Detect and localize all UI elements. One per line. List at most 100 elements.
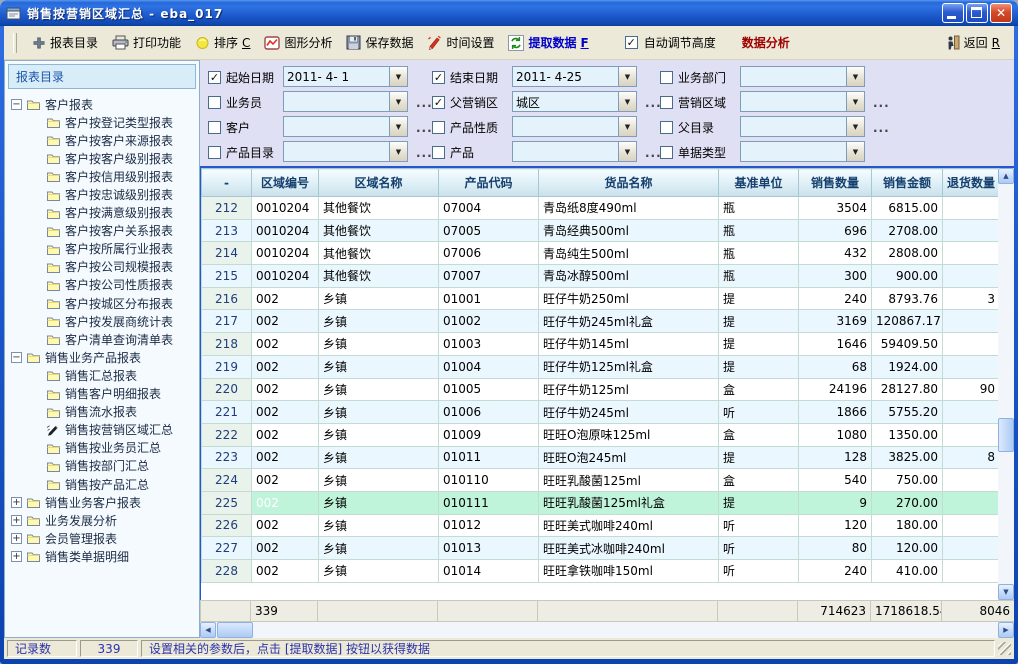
filter-select-r2c1[interactable]: ▼	[283, 91, 408, 112]
filter-checkbox-r1c1[interactable]	[208, 71, 221, 84]
table-cell[interactable]: 1924.00	[872, 355, 943, 378]
table-cell[interactable]: 其他餐饮	[319, 265, 439, 288]
chart-analysis-button[interactable]: 图形分析	[258, 31, 338, 54]
table-cell[interactable]: 2708.00	[872, 219, 943, 242]
tree-item[interactable]: 销售按产品汇总	[5, 475, 199, 493]
table-cell[interactable]: 旺旺乳酸菌125ml礼盒	[539, 491, 719, 514]
table-cell[interactable]: 59409.50	[872, 333, 943, 356]
row-number-cell[interactable]: 220	[202, 378, 252, 401]
tree-item[interactable]: −销售业务产品报表	[5, 348, 199, 366]
vertical-scrollbar[interactable]: ▲ ▼	[998, 168, 1014, 600]
table-cell[interactable]	[943, 219, 999, 242]
row-number-cell[interactable]: 215	[202, 265, 252, 288]
tree-item[interactable]: 客户按所属行业报表	[5, 240, 199, 258]
table-cell[interactable]: 1080	[799, 423, 872, 446]
table-cell[interactable]: 听	[719, 537, 799, 560]
table-cell[interactable]	[943, 401, 999, 424]
table-cell[interactable]: 002	[252, 378, 319, 401]
tree-item[interactable]: 客户按客户级别报表	[5, 149, 199, 167]
table-cell[interactable]: 旺仔牛奶245ml礼盒	[539, 310, 719, 333]
row-number-cell[interactable]: 217	[202, 310, 252, 333]
filter-checkbox-r2c3[interactable]	[660, 96, 673, 109]
table-cell[interactable]: 07006	[439, 242, 539, 265]
filter-select-r4c1[interactable]: ▼	[283, 141, 408, 162]
expand-icon[interactable]: +	[11, 497, 22, 508]
table-cell[interactable]: 旺仔牛奶245ml	[539, 401, 719, 424]
column-header[interactable]: 销售数量	[799, 169, 872, 197]
table-cell[interactable]	[943, 537, 999, 560]
vertical-scrollbar-thumb[interactable]	[998, 418, 1014, 452]
table-cell[interactable]: 900.00	[872, 265, 943, 288]
dropdown-arrow-icon[interactable]: ▼	[846, 67, 864, 86]
table-cell[interactable]: 240	[799, 560, 872, 583]
filter-select-r1c3[interactable]: ▼	[740, 66, 865, 87]
table-cell[interactable]: 24196	[799, 378, 872, 401]
row-number-cell[interactable]: 225	[202, 491, 252, 514]
maximize-button[interactable]	[966, 3, 988, 23]
table-cell[interactable]: 120867.17	[872, 310, 943, 333]
row-number-cell[interactable]: 214	[202, 242, 252, 265]
tree-item[interactable]: 客户按信用级别报表	[5, 167, 199, 185]
table-cell[interactable]: 乡镇	[319, 378, 439, 401]
table-cell[interactable]: 青岛经典500ml	[539, 219, 719, 242]
row-number-cell[interactable]: 221	[202, 401, 252, 424]
filter-checkbox-r1c3[interactable]	[660, 71, 673, 84]
minimize-button[interactable]	[942, 3, 964, 23]
table-cell[interactable]: 1646	[799, 333, 872, 356]
table-cell[interactable]: 瓶	[719, 197, 799, 220]
table-cell[interactable]: 9	[799, 491, 872, 514]
column-header[interactable]: 产品代码	[439, 169, 539, 197]
table-cell[interactable]: 0010204	[252, 265, 319, 288]
tree-item[interactable]: 客户按满意级别报表	[5, 204, 199, 222]
table-cell[interactable]: 旺旺拿铁咖啡150ml	[539, 560, 719, 583]
table-cell[interactable]: 盒	[719, 378, 799, 401]
tree-item[interactable]: 销售流水报表	[5, 403, 199, 421]
table-cell[interactable]: 1350.00	[872, 423, 943, 446]
tree-item[interactable]: 客户按客户来源报表	[5, 131, 199, 149]
table-cell[interactable]: 提	[719, 446, 799, 469]
dropdown-arrow-icon[interactable]: ▼	[389, 67, 407, 86]
table-cell[interactable]: 瓶	[719, 265, 799, 288]
tree-item[interactable]: 销售按营销区域汇总	[5, 421, 199, 439]
table-cell[interactable]: 青岛冰醇500ml	[539, 265, 719, 288]
dropdown-arrow-icon[interactable]: ▼	[846, 142, 864, 161]
table-cell[interactable]: 乡镇	[319, 514, 439, 537]
more-button[interactable]: ...	[873, 96, 890, 110]
table-cell[interactable]: 盒	[719, 423, 799, 446]
toolbar-grip[interactable]	[13, 33, 17, 53]
dropdown-arrow-icon[interactable]: ▼	[389, 117, 407, 136]
collapse-icon[interactable]: −	[11, 352, 22, 363]
filter-select-r1c2[interactable]: 2011- 4-25▼	[512, 66, 637, 87]
table-cell[interactable]: 002	[252, 491, 319, 514]
table-cell[interactable]: 乡镇	[319, 446, 439, 469]
table-cell[interactable]: 01014	[439, 560, 539, 583]
tree-item[interactable]: −客户报表	[5, 95, 199, 113]
table-cell[interactable]: 旺仔牛奶145ml	[539, 333, 719, 356]
table-cell[interactable]: 01011	[439, 446, 539, 469]
row-number-cell[interactable]: 224	[202, 469, 252, 492]
row-number-cell[interactable]: 228	[202, 560, 252, 583]
table-cell[interactable]: 旺旺乳酸菌125ml	[539, 469, 719, 492]
table-cell[interactable]: 002	[252, 401, 319, 424]
dropdown-arrow-icon[interactable]: ▼	[618, 67, 636, 86]
table-cell[interactable]: 8793.76	[872, 287, 943, 310]
table-cell[interactable]	[943, 265, 999, 288]
table-cell[interactable]: 01002	[439, 310, 539, 333]
table-cell[interactable]: 410.00	[872, 560, 943, 583]
tree-item[interactable]: 客户按城区分布报表	[5, 294, 199, 312]
filter-checkbox-r2c1[interactable]	[208, 96, 221, 109]
table-cell[interactable]: 2808.00	[872, 242, 943, 265]
table-cell[interactable]: 旺旺美式冰咖啡240ml	[539, 537, 719, 560]
filter-checkbox-r4c1[interactable]	[208, 146, 221, 159]
table-cell[interactable]: 010110	[439, 469, 539, 492]
table-cell[interactable]: 旺旺O泡原味125ml	[539, 423, 719, 446]
dropdown-arrow-icon[interactable]: ▼	[846, 92, 864, 111]
more-button[interactable]: ...	[416, 96, 433, 110]
row-number-cell[interactable]: 212	[202, 197, 252, 220]
tree-item[interactable]: 客户按公司性质报表	[5, 276, 199, 294]
save-data-button[interactable]: 保存数据	[340, 31, 419, 54]
table-cell[interactable]: 750.00	[872, 469, 943, 492]
table-cell[interactable]: 300	[799, 265, 872, 288]
table-cell[interactable]: 002	[252, 423, 319, 446]
sort-button[interactable]: 排序C	[189, 31, 256, 54]
